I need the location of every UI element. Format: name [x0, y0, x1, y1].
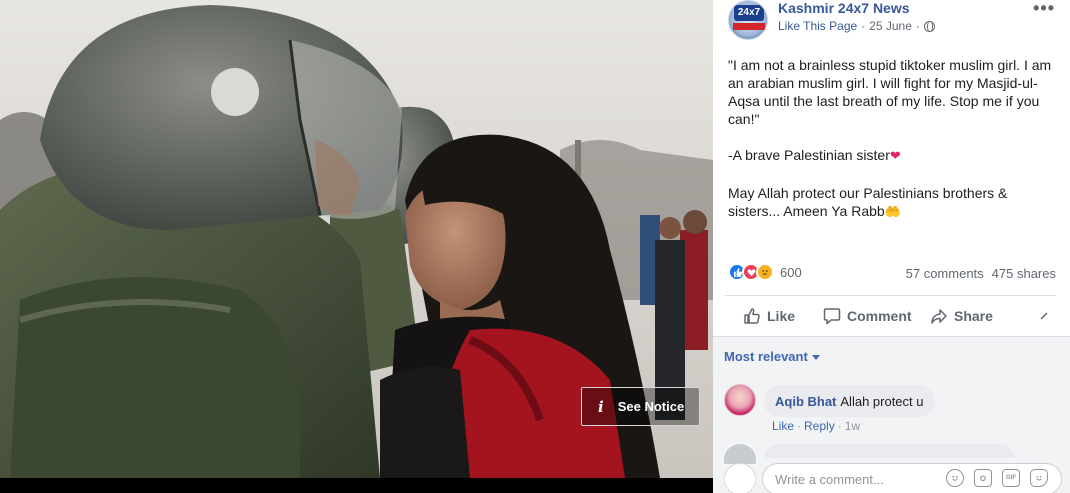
- page-logo-strip: [733, 23, 765, 30]
- gif-icon[interactable]: GIF: [1002, 469, 1020, 487]
- comment-separator-2: ·: [837, 419, 842, 433]
- post-meta: Like This Page · 25 June ·: [778, 19, 935, 33]
- like-label: Like: [767, 308, 796, 324]
- like-page-link[interactable]: Like This Page: [778, 19, 857, 33]
- post-panel: 24x7 Kashmir 24x7 News Like This Page · …: [713, 0, 1070, 493]
- comment-text: Allah protect u: [840, 393, 924, 409]
- comment-time[interactable]: 1w: [845, 419, 860, 433]
- comment-actions: Like · Reply · 1w: [772, 419, 860, 433]
- comment-button[interactable]: Comment: [823, 307, 912, 325]
- sad-reaction-icon: [756, 263, 774, 281]
- camera-icon[interactable]: [974, 469, 992, 487]
- praying-hands-emoji-icon: 🤲: [884, 205, 901, 220]
- more-options-icon[interactable]: •••: [1033, 0, 1055, 19]
- shares-count-link[interactable]: 475 shares: [992, 266, 1056, 281]
- post-paragraph: May Allah protect our Palestinians broth…: [728, 185, 1008, 220]
- share-options-chevron-icon[interactable]: [1040, 312, 1048, 320]
- share-label: Share: [954, 308, 993, 324]
- share-button[interactable]: Share: [930, 307, 993, 325]
- comment-reply-link[interactable]: Reply: [804, 419, 835, 433]
- post-paragraph: -A brave Palestinian sister❤: [728, 147, 901, 164]
- comment-sort-label: Most relevant: [724, 349, 808, 364]
- comments-count-link[interactable]: 57 comments: [906, 266, 984, 281]
- sticker-icon[interactable]: [1030, 469, 1048, 487]
- info-icon: i: [598, 397, 604, 416]
- current-user-avatar: [724, 463, 756, 493]
- reaction-summary[interactable]: 600: [728, 262, 802, 282]
- comments-section: Most relevant Aqib Bhat Allah protect u …: [713, 336, 1070, 493]
- comment-bubble: Aqib Bhat Allah protect u: [764, 385, 935, 417]
- comment-label: Comment: [847, 308, 912, 324]
- see-notice-button[interactable]: i See Notice: [581, 387, 700, 426]
- reaction-count: 600: [780, 264, 802, 280]
- meta-separator: ·: [861, 19, 866, 33]
- comment-sort-dropdown[interactable]: Most relevant: [724, 349, 820, 364]
- thumbs-up-icon: [744, 308, 760, 324]
- emoji-icon[interactable]: [946, 469, 964, 487]
- caret-down-icon: [811, 355, 820, 361]
- post-photo[interactable]: i See Notice: [0, 0, 713, 493]
- post-body: "I am not a brainless stupid tiktoker mu…: [728, 56, 1058, 240]
- heart-emoji-icon: ❤: [889, 149, 901, 164]
- post-header: 24x7 Kashmir 24x7 News Like This Page · …: [713, 0, 1070, 44]
- next-comment-bubble: [764, 444, 1014, 458]
- page-name-link[interactable]: Kashmir 24x7 News: [778, 0, 910, 16]
- share-arrow-icon: [931, 309, 947, 324]
- commenter-avatar[interactable]: [724, 384, 756, 416]
- comment-author-link[interactable]: Aqib Bhat: [775, 394, 836, 409]
- comment-icon: [823, 308, 841, 325]
- page-avatar[interactable]: 24x7: [728, 0, 768, 40]
- like-button[interactable]: Like: [743, 307, 795, 325]
- post-date[interactable]: 25 June: [869, 19, 912, 33]
- comment-composer: GIF: [724, 461, 1062, 493]
- comment-like-link[interactable]: Like: [772, 419, 794, 433]
- engagement-counts: 57 comments 475 shares: [906, 266, 1056, 281]
- post-paragraph: "I am not a brainless stupid tiktoker mu…: [728, 57, 1052, 127]
- post-actions: Like Comment Share: [725, 296, 1056, 336]
- globe-icon[interactable]: [923, 20, 935, 32]
- page-logo-badge: 24x7: [734, 5, 764, 21]
- composer-tools: GIF: [946, 469, 1048, 487]
- comment-separator: ·: [797, 419, 802, 433]
- meta-separator-2: ·: [915, 19, 920, 33]
- see-notice-label: See Notice: [617, 399, 685, 414]
